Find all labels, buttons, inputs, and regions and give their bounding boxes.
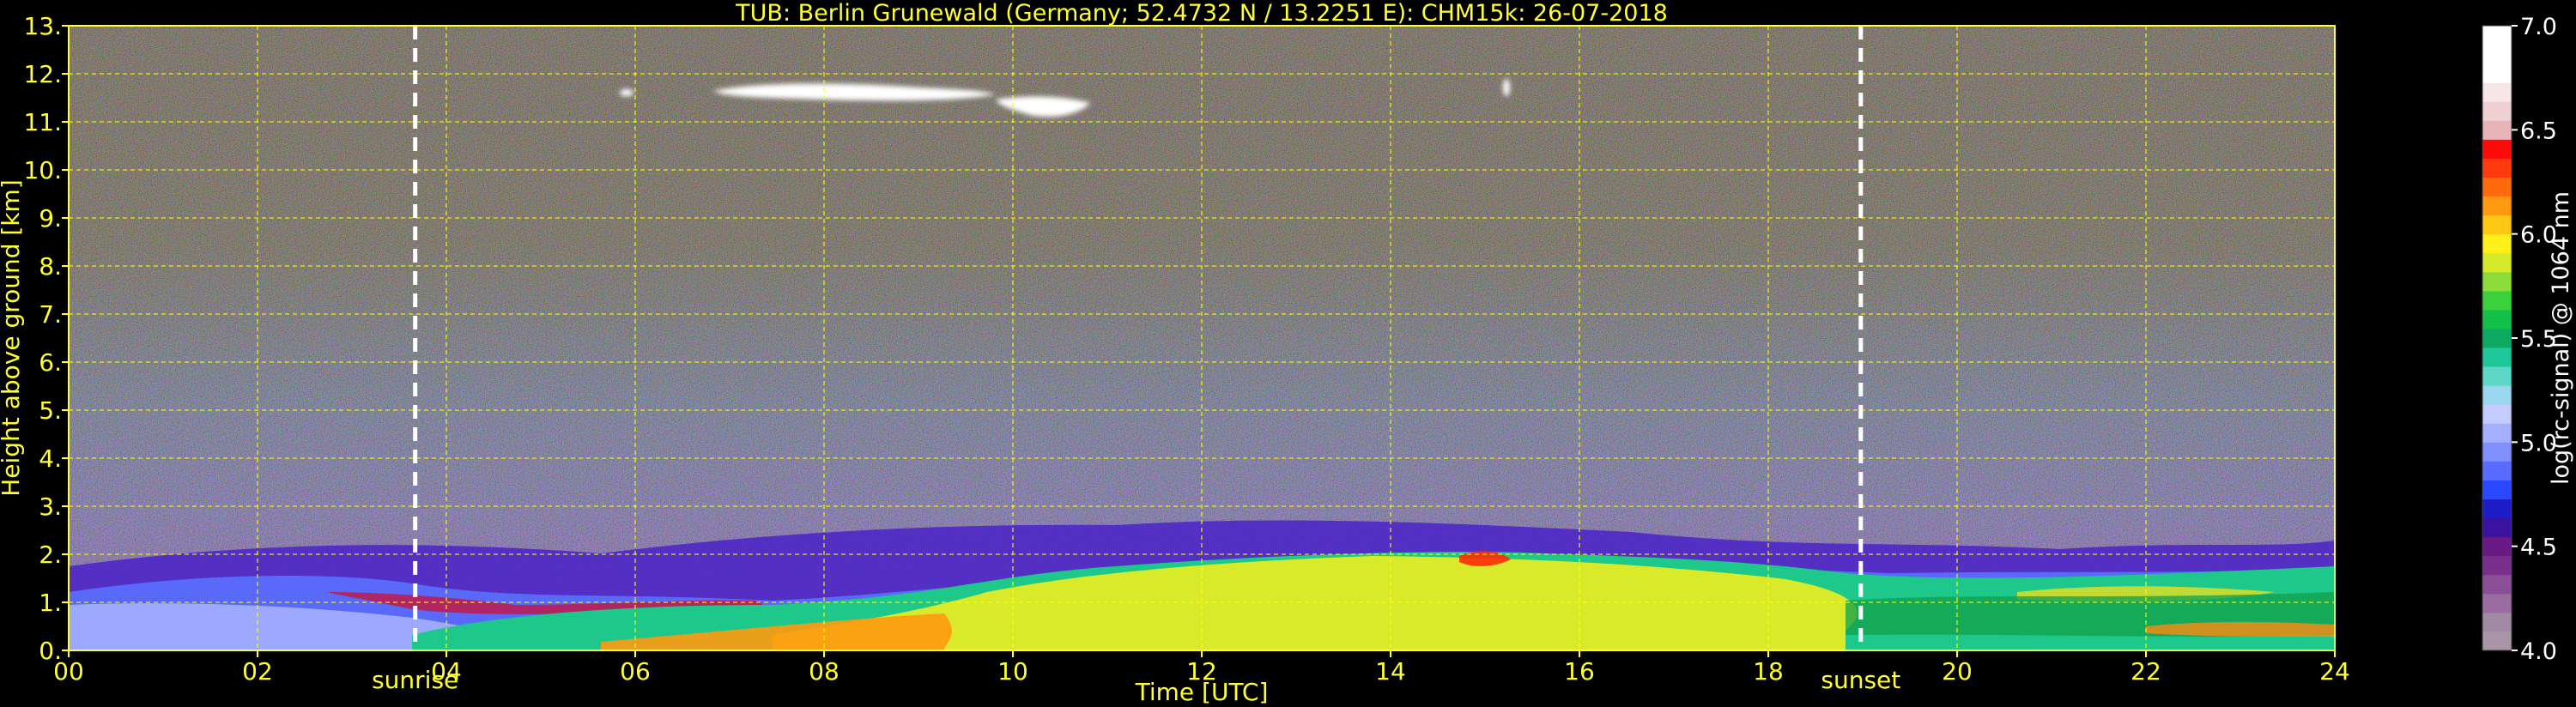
- x-axis-label: Time [UTC]: [1135, 678, 1269, 706]
- y-tick-label: 10.: [23, 156, 62, 184]
- y-tick-label: 11.: [23, 108, 62, 136]
- colorbar-swatch: [2482, 290, 2512, 311]
- colorbar-swatch: [2482, 517, 2512, 538]
- y-tick-label: 12.: [23, 60, 62, 88]
- colorbar-tick-label: 7.0: [2520, 14, 2557, 40]
- colorbar-swatch: [2482, 196, 2512, 216]
- colorbar-swatch: [2482, 271, 2512, 292]
- colorbar-swatch: [2482, 158, 2512, 178]
- lidar-backscatter-chart: sunrise sunset 00 02 04 06 08 10 12 14 16 18 20 22 24…: [0, 0, 2574, 706]
- y-axis-label: Height above ground [km]: [0, 179, 25, 497]
- y-tick-label: 9.: [39, 204, 62, 233]
- colorbar-swatch: [2482, 347, 2512, 367]
- colorbar-swatch: [2482, 45, 2512, 64]
- cirrus-cloud-4: [1503, 79, 1510, 96]
- cirrus-cloud-3: [620, 89, 633, 96]
- y-tick-label: 1.: [39, 589, 62, 617]
- y-tick-label: 0.: [39, 637, 62, 665]
- colorbar-swatch: [2482, 480, 2512, 500]
- x-tick-label: 04: [431, 657, 462, 686]
- colorbar-swatch: [2482, 309, 2512, 329]
- y-tick-label: 8.: [39, 252, 62, 281]
- colorbar-swatch: [2482, 499, 2512, 519]
- y-tick-label: 4.: [39, 444, 62, 473]
- colorbar-swatch: [2482, 233, 2512, 254]
- colorbar-tick-label: 4.5: [2520, 535, 2557, 561]
- y-tick-label: 7.: [39, 300, 62, 329]
- evening-orange-layer: [2146, 621, 2335, 637]
- colorbar-tick-label: 6.5: [2520, 118, 2557, 144]
- x-tick-label: 16: [1564, 657, 1595, 686]
- colorbar-swatch: [2482, 366, 2512, 386]
- y-tick-label: 13.: [23, 12, 62, 40]
- colorbar-swatch: [2482, 536, 2512, 557]
- colorbar-swatch: [2482, 328, 2512, 348]
- x-tick-label: 02: [242, 657, 273, 686]
- y-tick-label: 6.: [39, 348, 62, 377]
- colorbar-swatch: [2482, 385, 2512, 405]
- colorbar-swatch: [2482, 574, 2512, 595]
- colorbar-swatch: [2482, 252, 2512, 273]
- colorbar-swatch: [2482, 63, 2512, 83]
- x-tick-label: 22: [2131, 657, 2161, 686]
- sunset-label: sunset: [1821, 666, 1900, 694]
- y-tick-label: 3.: [39, 492, 62, 521]
- colorbar-swatch: [2482, 101, 2512, 121]
- colorbar-swatch: [2482, 177, 2512, 197]
- colorbar-swatch: [2482, 215, 2512, 235]
- x-tick-label: 20: [1942, 657, 1973, 686]
- chart-title: TUB: Berlin Grunewald (Germany; 52.4732 …: [735, 0, 1668, 27]
- x-tick-label: 08: [809, 657, 839, 686]
- x-tick-label: 14: [1375, 657, 1406, 686]
- y-tick-label: 2.: [39, 541, 62, 569]
- colorbar-swatch: [2482, 26, 2512, 45]
- colorbar-tick-label: 4.0: [2520, 638, 2557, 665]
- colorbar-swatch: [2482, 82, 2512, 102]
- x-tick-label: 24: [2319, 657, 2350, 686]
- colorbar-swatch: [2482, 555, 2512, 576]
- y-axis-ticks: 0. 1. 2. 3. 4. 5. 6. 7. 8. 9. 10. 11. 12. 13.: [23, 12, 69, 665]
- colorbar-swatch: [2482, 442, 2512, 462]
- colorbar-swatch: [2482, 631, 2512, 651]
- colorbar-swatch: [2482, 404, 2512, 424]
- colorbar-swatch: [2482, 612, 2512, 632]
- colorbar-swatch: [2482, 593, 2512, 613]
- colorbar-swatch: [2482, 461, 2512, 480]
- x-tick-label: 18: [1753, 657, 1784, 686]
- x-tick-label: 06: [620, 657, 651, 686]
- colorbar-swatch: [2482, 139, 2512, 159]
- x-tick-label: 10: [997, 657, 1028, 686]
- colorbar-swatch: [2482, 120, 2512, 140]
- colorbar-swatch: [2482, 423, 2512, 443]
- colorbar: [2482, 26, 2512, 651]
- colorbar-label: log(rc-signal) @ 1064 nm: [2548, 191, 2574, 485]
- y-tick-label: 5.: [39, 396, 62, 425]
